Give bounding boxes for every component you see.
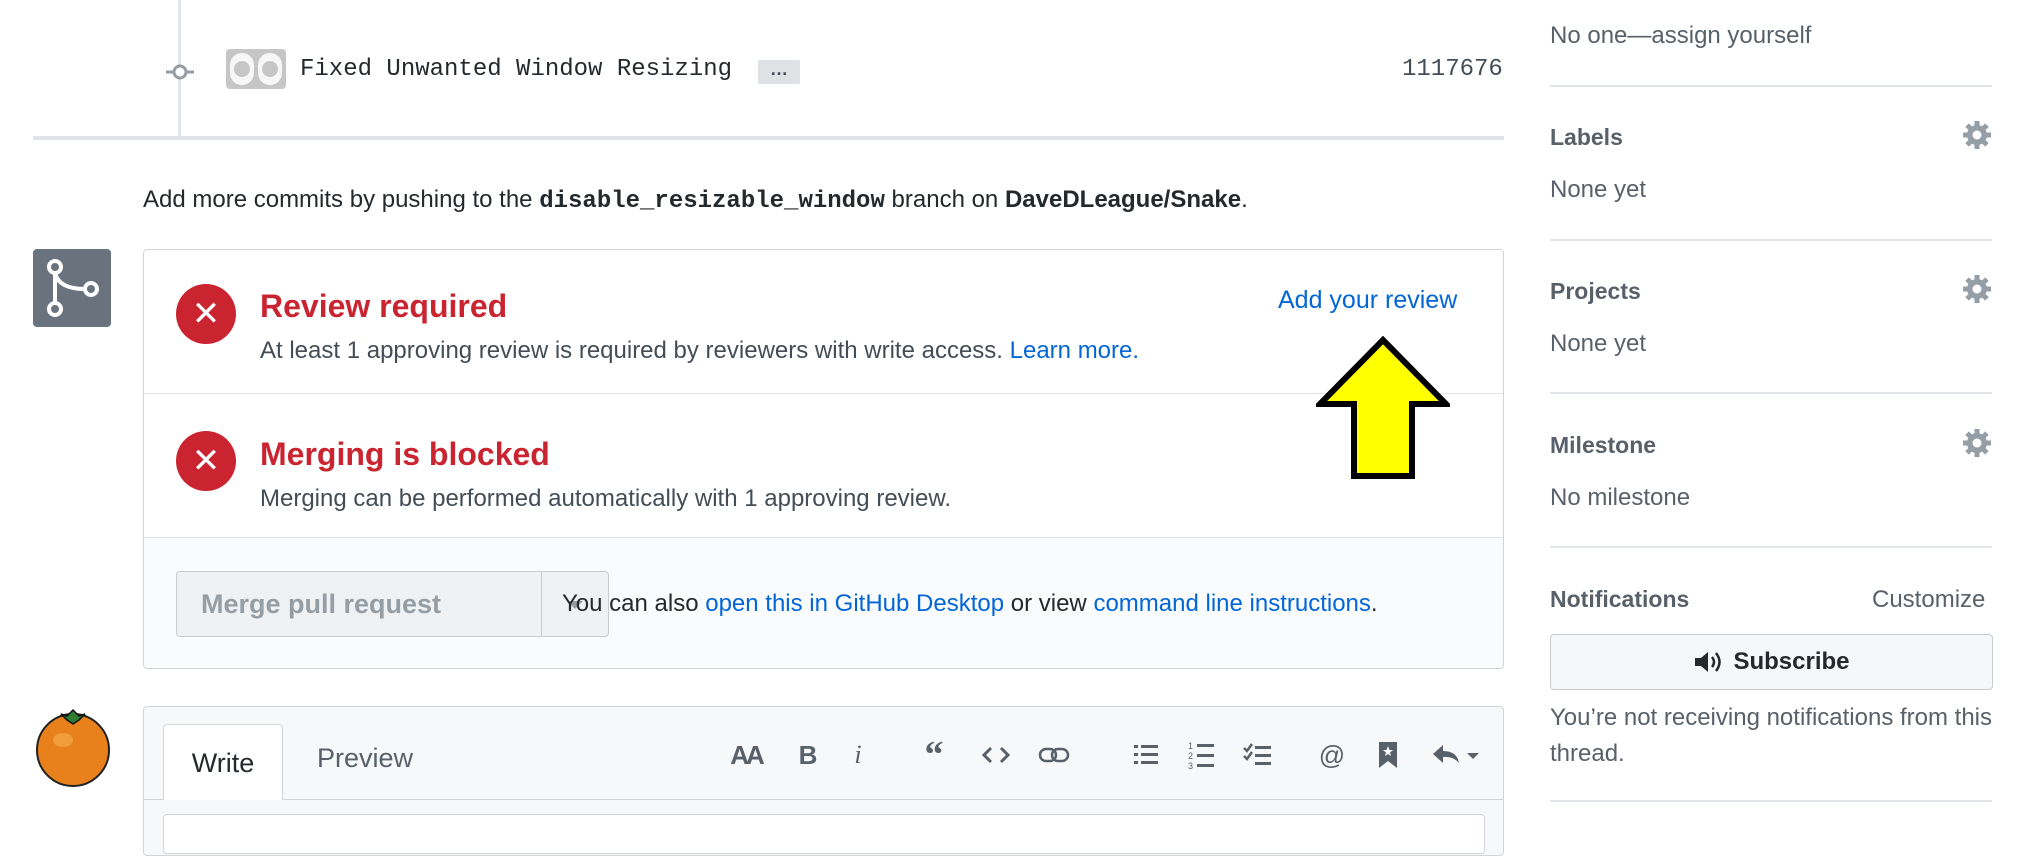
link-icon[interactable] (1036, 738, 1072, 772)
comment-textarea[interactable] (163, 814, 1485, 854)
svg-text:2: 2 (1188, 751, 1193, 761)
mention-icon[interactable]: @ (1314, 738, 1350, 772)
merge-alternatives-hint: You can also open this in GitHub Desktop… (562, 590, 1378, 618)
merging-blocked-title: Merging is blocked (260, 436, 550, 472)
sidebar-divider (1550, 392, 1992, 394)
tab-preview[interactable]: Preview (317, 743, 413, 774)
commit-sha[interactable]: 1117676 (1402, 56, 1503, 83)
add-review-link[interactable]: Add your review (1278, 286, 1457, 315)
sidebar-divider (1550, 239, 1992, 241)
github-octocat-icon (230, 53, 282, 85)
assignees-value[interactable]: No one—assign yourself (1550, 22, 1811, 50)
subscribe-label: Subscribe (1733, 648, 1850, 675)
timeline-divider (33, 136, 1504, 140)
x-circle-icon: ✕ (176, 431, 236, 491)
sidebar-divider (1550, 85, 1992, 87)
gear-icon[interactable] (1962, 428, 1992, 458)
merge-status-icon (33, 249, 111, 327)
bookmark-icon[interactable] (1370, 738, 1406, 772)
commit-icon (166, 64, 194, 80)
learn-more-link[interactable]: Learn more. (1010, 337, 1139, 364)
gear-icon[interactable] (1962, 120, 1992, 150)
merging-blocked-description: Merging can be performed automatically w… (260, 485, 952, 512)
milestone-heading[interactable]: Milestone (1550, 432, 1656, 459)
sidebar-divider (1550, 546, 1992, 548)
branch-name: disable_resizable_window (539, 188, 885, 215)
commit-message[interactable]: Fixed Unwanted Window Resizing (300, 56, 732, 83)
italic-icon[interactable]: i (840, 738, 876, 772)
subscribe-button[interactable]: Subscribe (1550, 634, 1993, 690)
labels-heading[interactable]: Labels (1550, 124, 1623, 151)
quote-icon[interactable]: “ (916, 734, 952, 776)
review-description-text: At least 1 approving review is required … (260, 337, 1003, 364)
projects-heading[interactable]: Projects (1550, 278, 1641, 305)
open-github-desktop-link[interactable]: open this in GitHub Desktop (705, 590, 1004, 617)
push-hint: Add more commits by pushing to the disab… (143, 186, 1248, 215)
repo-name: DaveDLeague/Snake (1004, 186, 1242, 213)
projects-value: None yet (1550, 330, 1647, 357)
merge-divider (144, 393, 1503, 394)
subscription-note: You’re not receiving notifications from … (1550, 704, 1993, 767)
tab-write[interactable]: Write (163, 724, 283, 800)
git-merge-icon (47, 259, 99, 317)
hint-suffix: . (1370, 590, 1378, 617)
user-avatar[interactable] (33, 708, 113, 788)
bold-icon[interactable]: B (790, 738, 826, 772)
reply-icon[interactable] (1428, 738, 1484, 772)
review-required-description: At least 1 approving review is required … (260, 337, 1139, 365)
text-size-icon[interactable]: AA (728, 738, 765, 772)
command-line-instructions-link[interactable]: command line instructions (1093, 590, 1370, 617)
unordered-list-icon[interactable] (1128, 738, 1164, 772)
customize-link[interactable]: Customize (1872, 586, 1985, 614)
speaker-icon (1695, 652, 1722, 672)
svg-text:1: 1 (1188, 741, 1193, 751)
hint-middle: or view (1010, 590, 1087, 617)
svg-text:3: 3 (1188, 761, 1193, 770)
milestone-value: No milestone (1550, 484, 1691, 511)
commit-author-avatar[interactable] (226, 49, 286, 89)
annotation-arrow-icon (1316, 336, 1450, 479)
code-icon[interactable] (978, 738, 1014, 772)
expand-commit-button[interactable]: … (758, 60, 800, 84)
push-hint-suffix: . (1241, 186, 1248, 213)
review-required-title: Review required (260, 288, 508, 324)
merge-pull-request-button[interactable]: Merge pull request (176, 571, 542, 637)
editor-tab-divider (144, 799, 1503, 800)
sidebar-divider (1550, 800, 1992, 802)
labels-value: None yet (1550, 176, 1647, 203)
notifications-heading: Notifications (1550, 586, 1690, 612)
gear-icon[interactable] (1962, 274, 1992, 304)
hint-prefix: You can also (562, 590, 699, 617)
task-list-icon[interactable] (1240, 738, 1276, 772)
push-hint-prefix: Add more commits by pushing to the (143, 186, 533, 213)
push-hint-middle: branch on (891, 186, 999, 213)
x-circle-icon: ✕ (176, 284, 236, 344)
ordered-list-icon[interactable]: 123 (1184, 738, 1220, 772)
